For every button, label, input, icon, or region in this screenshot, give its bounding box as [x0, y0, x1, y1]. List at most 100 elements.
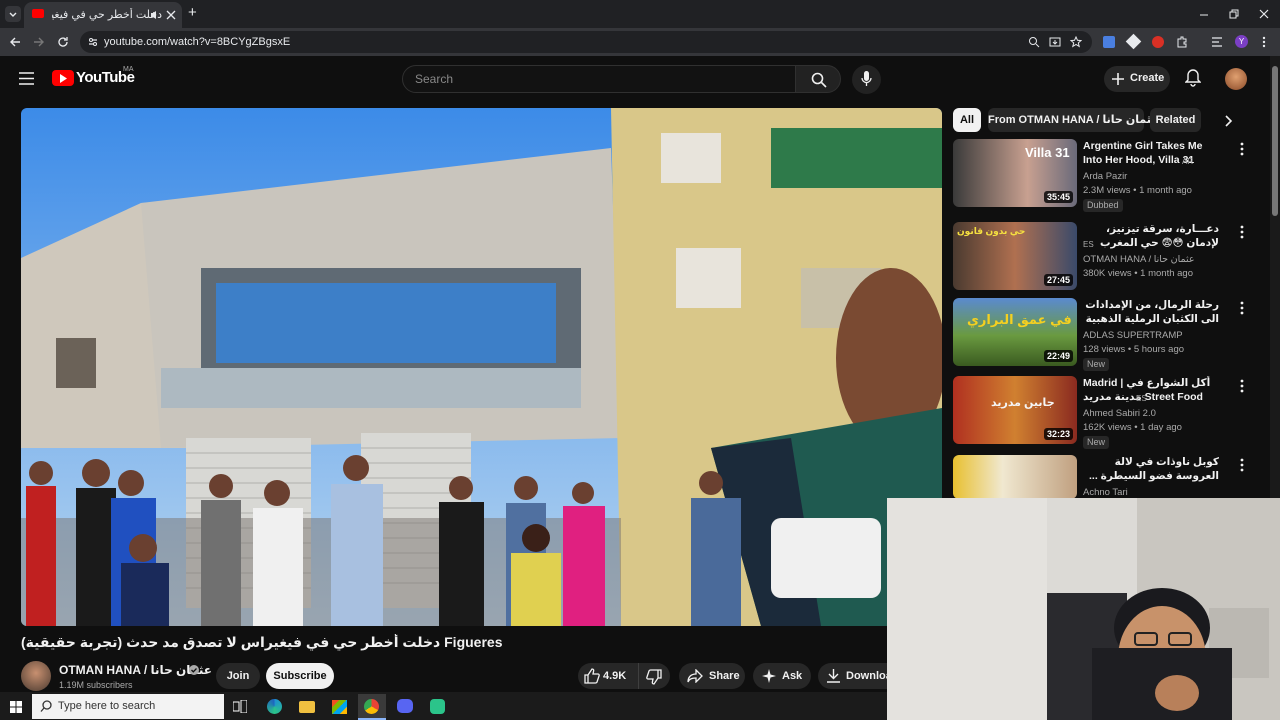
- chip-related[interactable]: Related: [1150, 108, 1201, 132]
- extension-translate-icon[interactable]: [1103, 36, 1115, 48]
- thumbs-down-icon: [646, 669, 662, 685]
- store-icon[interactable]: [332, 700, 347, 714]
- like-button[interactable]: 4.9K: [578, 663, 638, 689]
- taskbar-search-input[interactable]: Type here to search: [32, 694, 224, 719]
- duration-badge: 32:23: [1043, 428, 1073, 440]
- video-thumbnail[interactable]: حي بدون قانون 27:45: [953, 222, 1077, 290]
- subscribe-button[interactable]: Subscribe: [266, 663, 334, 689]
- close-window-icon[interactable]: [1259, 9, 1269, 19]
- reading-list-icon[interactable]: [1211, 37, 1223, 47]
- minimize-icon[interactable]: [1199, 10, 1209, 20]
- url-text[interactable]: youtube.com/watch?v=8BCYgZBgsxE: [104, 36, 290, 48]
- ask-label: Ask: [782, 670, 803, 682]
- search-placeholder: Search: [415, 72, 454, 86]
- more-options-icon[interactable]: [1239, 224, 1245, 240]
- video-thumbnail[interactable]: Villa 31 35:45: [953, 139, 1077, 207]
- recommendation-item[interactable]: جابين مدريد 32:23 Madrid | أكل الشوارع ف…: [953, 376, 1245, 449]
- recommendation-item[interactable]: في عمق البراري 22:49 رحلة الرمال، من الإ…: [953, 298, 1245, 371]
- windows-start-icon[interactable]: [10, 701, 22, 713]
- voice-search-button[interactable]: [852, 65, 881, 94]
- file-explorer-icon[interactable]: [299, 701, 315, 713]
- more-options-icon[interactable]: [1239, 141, 1245, 157]
- filter-chips: All From OTMAN HANA / عثمان حانا Related: [953, 108, 1245, 132]
- ask-button[interactable]: Ask: [753, 663, 811, 689]
- chip-all[interactable]: All: [953, 108, 981, 132]
- more-options-icon[interactable]: [1239, 300, 1245, 316]
- youtube-logo[interactable]: YouTube MA: [52, 66, 142, 89]
- browser-menu-icon[interactable]: [1262, 36, 1266, 48]
- chrome-taskbar-icon[interactable]: [358, 694, 386, 720]
- search-button[interactable]: [795, 65, 841, 93]
- recommendation-item[interactable]: حي بدون قانون 27:45 دعـــارة، سرقة تيزني…: [953, 222, 1245, 294]
- address-bar[interactable]: youtube.com/watch?v=8BCYgZBgsxE: [80, 31, 1092, 53]
- recommendation-title[interactable]: دعـــارة، سرقة تيزنيز، لإدمان 😳😨 حي المغ…: [1083, 222, 1219, 250]
- video-meta: 128 views • 5 hours ago: [1083, 344, 1185, 355]
- close-tab-icon[interactable]: [166, 10, 176, 20]
- region-code: MA: [123, 66, 134, 73]
- recommendation-title[interactable]: Argentine Girl Takes Me Into Her Hood, V…: [1083, 139, 1219, 167]
- new-badge: New: [1083, 358, 1110, 371]
- search-input[interactable]: Search: [402, 65, 796, 93]
- recommendation-title[interactable]: رحلة الرمال، من الإمدادات الى الكثبان ال…: [1083, 298, 1219, 326]
- browser-tab-active[interactable]: دخلت أخطر حي في فيغيراس: [24, 2, 182, 28]
- chrome-icon: [364, 699, 379, 714]
- language-badge: ES: [1083, 240, 1094, 249]
- hamburger-menu-icon[interactable]: [19, 72, 34, 85]
- thumbnail-text: جابين مدريد: [991, 397, 1055, 409]
- profile-avatar[interactable]: Y: [1235, 35, 1248, 48]
- dubbed-badge: Dubbed: [1083, 199, 1123, 212]
- recommendation-title[interactable]: Madrid | أكل الشوارع في مدينة مدريد Stre…: [1083, 376, 1219, 404]
- video-thumbnail[interactable]: جابين مدريد 32:23: [953, 376, 1077, 444]
- extensions-puzzle-icon[interactable]: [1176, 36, 1188, 48]
- zoom-icon[interactable]: [1028, 36, 1040, 48]
- site-info-icon[interactable]: [87, 36, 99, 48]
- recommendation-title[interactable]: كوبل ناوذات في لالة العروسة فضو السيطرة …: [1083, 455, 1219, 483]
- search-icon: [40, 700, 52, 712]
- video-thumbnail[interactable]: في عمق البراري 22:49: [953, 298, 1077, 366]
- back-icon[interactable]: [9, 36, 21, 48]
- forward-icon[interactable]: [33, 36, 45, 48]
- notifications-bell-icon[interactable]: [1185, 69, 1201, 87]
- join-button[interactable]: Join: [216, 663, 260, 689]
- discord-icon[interactable]: [397, 699, 413, 713]
- channel-name[interactable]: Arda Pazir: [1083, 171, 1127, 182]
- create-button[interactable]: Create: [1104, 66, 1170, 92]
- duration-badge: 35:45: [1043, 191, 1073, 203]
- channel-name[interactable]: ADLAS SUPERTRAMP: [1083, 330, 1183, 341]
- video-thumbnail[interactable]: [953, 455, 1077, 499]
- chip-from-channel[interactable]: From OTMAN HANA / عثمان حانا: [988, 108, 1159, 132]
- scrollbar-thumb[interactable]: [1272, 66, 1278, 216]
- new-tab-button[interactable]: +: [188, 4, 197, 21]
- channel-avatar[interactable]: [21, 661, 51, 691]
- sparkle-icon: [762, 669, 776, 683]
- task-view-icon[interactable]: [233, 700, 247, 713]
- extension-red-icon[interactable]: [1152, 36, 1164, 48]
- taskbar-search-placeholder: Type here to search: [58, 700, 156, 712]
- browser-tab-bar: دخلت أخطر حي في فيغيراس +: [0, 0, 1280, 28]
- channel-name[interactable]: Ahmed Sabiri 2.0: [1083, 408, 1156, 419]
- edge-icon[interactable]: [267, 699, 282, 714]
- chevron-right-icon[interactable]: [1225, 115, 1233, 127]
- create-label: Create: [1130, 72, 1165, 84]
- channel-name[interactable]: Achno Tari: [1083, 487, 1128, 498]
- chevron-down-icon: [9, 12, 17, 17]
- app-icon[interactable]: [430, 699, 445, 714]
- reload-icon[interactable]: [57, 36, 69, 48]
- share-button[interactable]: Share: [679, 663, 745, 689]
- video-player[interactable]: [21, 108, 942, 626]
- video-title: دخلت أخطر حي في فيغيراس لا تصدق مد حدث (…: [21, 634, 503, 650]
- channel-name[interactable]: OTMAN HANA / عثمان حانا: [1083, 254, 1195, 265]
- tab-title: دخلت أخطر حي في فيغيراس: [52, 9, 162, 21]
- recommendation-item[interactable]: Villa 31 35:45 Argentine Girl Takes Me I…: [953, 139, 1245, 212]
- restore-icon[interactable]: [1229, 9, 1239, 19]
- speaker-icon[interactable]: [150, 10, 160, 20]
- dislike-button[interactable]: [638, 663, 670, 689]
- tab-search-button[interactable]: [5, 6, 21, 22]
- account-avatar[interactable]: [1225, 68, 1247, 90]
- page-scrollbar[interactable]: [1270, 56, 1280, 498]
- install-app-icon[interactable]: [1049, 36, 1061, 48]
- bookmark-star-icon[interactable]: [1070, 36, 1082, 48]
- youtube-favicon-icon: [32, 9, 44, 18]
- more-options-icon[interactable]: [1239, 378, 1245, 394]
- more-options-icon[interactable]: [1239, 457, 1245, 473]
